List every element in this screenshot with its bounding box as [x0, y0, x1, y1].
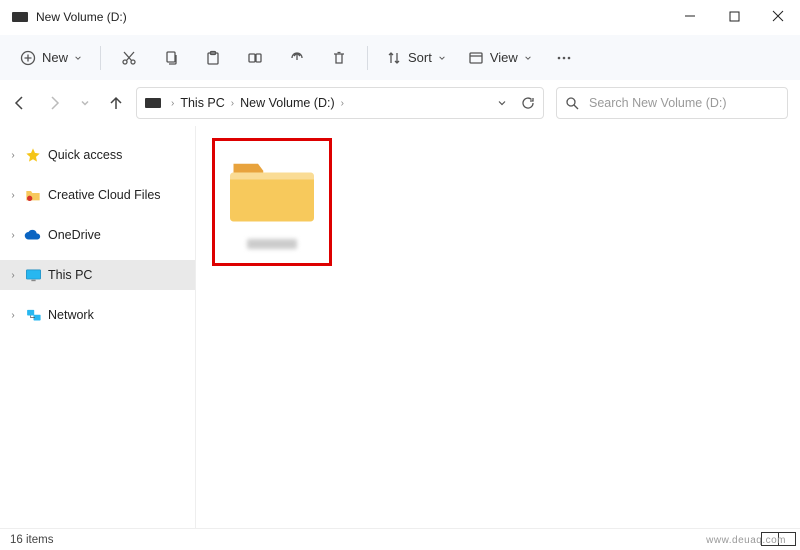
- navpane-quick-access[interactable]: › Quick access: [0, 140, 195, 170]
- close-button[interactable]: [756, 0, 800, 32]
- watermark: www.deuaq.com: [706, 535, 786, 546]
- view-label: View: [490, 50, 518, 65]
- drive-icon: [12, 12, 28, 22]
- new-label: New: [42, 50, 68, 65]
- separator: [367, 46, 368, 70]
- folder-item[interactable]: [212, 138, 332, 266]
- chevron-right-icon[interactable]: ›: [8, 150, 18, 161]
- close-icon: [772, 10, 784, 22]
- copy-button[interactable]: [151, 41, 191, 75]
- share-button[interactable]: [277, 41, 317, 75]
- rename-button[interactable]: [235, 41, 275, 75]
- navpane-this-pc[interactable]: › This PC: [0, 260, 195, 290]
- navpane-label: Quick access: [48, 148, 122, 162]
- navpane-onedrive[interactable]: › OneDrive: [0, 220, 195, 250]
- navigation-pane: › Quick access › Creative Cloud Files › …: [0, 126, 195, 528]
- maximize-icon: [729, 11, 740, 22]
- cut-button[interactable]: [109, 41, 149, 75]
- chevron-right-icon: ›: [231, 98, 234, 109]
- chevron-down-icon: [524, 54, 532, 62]
- drive-icon: [145, 98, 161, 108]
- chevron-right-icon[interactable]: ›: [8, 190, 18, 201]
- search-input[interactable]: [587, 95, 779, 111]
- maximize-button[interactable]: [712, 0, 756, 32]
- rename-icon: [247, 50, 263, 66]
- status-bar: 16 items: [0, 528, 800, 550]
- search-box[interactable]: [556, 87, 788, 119]
- paste-icon: [205, 50, 221, 66]
- window-title: New Volume (D:): [36, 10, 127, 24]
- sort-button[interactable]: Sort: [376, 41, 456, 75]
- plus-circle-icon: [20, 50, 36, 66]
- star-icon: [24, 146, 42, 164]
- folder-name: [247, 239, 297, 249]
- recent-locations-button[interactable]: [80, 98, 90, 108]
- content-pane[interactable]: [195, 126, 800, 528]
- paste-button[interactable]: [193, 41, 233, 75]
- ellipsis-icon: [555, 50, 573, 66]
- breadcrumb-root[interactable]: This PC: [180, 96, 224, 110]
- navpane-label: Network: [48, 308, 94, 322]
- monitor-icon: [24, 266, 42, 284]
- item-count: 16 items: [10, 534, 53, 546]
- trash-icon: [331, 50, 347, 66]
- navpane-creative-cloud[interactable]: › Creative Cloud Files: [0, 180, 195, 210]
- folder-icon: [24, 186, 42, 204]
- window-controls: [668, 0, 800, 32]
- command-bar: New Sort View: [0, 34, 800, 80]
- chevron-right-icon: ›: [171, 98, 174, 109]
- more-button[interactable]: [544, 41, 584, 75]
- new-button[interactable]: New: [10, 41, 92, 75]
- back-button[interactable]: [12, 95, 28, 111]
- share-icon: [289, 50, 305, 66]
- up-button[interactable]: [108, 95, 124, 111]
- minimize-button[interactable]: [668, 0, 712, 32]
- search-icon: [565, 96, 579, 110]
- address-bar[interactable]: › This PC › New Volume (D:) ›: [136, 87, 544, 119]
- navpane-label: OneDrive: [48, 228, 101, 242]
- forward-button[interactable]: [46, 95, 62, 111]
- chevron-right-icon[interactable]: ›: [8, 270, 18, 281]
- copy-icon: [163, 50, 179, 66]
- nav-buttons: [12, 95, 124, 111]
- chevron-right-icon[interactable]: ›: [8, 310, 18, 321]
- chevron-right-icon: ›: [341, 98, 344, 109]
- cloud-icon: [24, 226, 42, 244]
- view-button[interactable]: View: [458, 41, 542, 75]
- sort-label: Sort: [408, 50, 432, 65]
- navpane-label: This PC: [48, 268, 92, 282]
- chevron-down-icon: [438, 54, 446, 62]
- cut-icon: [121, 50, 137, 66]
- navigation-row: › This PC › New Volume (D:) ›: [0, 80, 800, 126]
- minimize-icon: [684, 10, 696, 22]
- chevron-right-icon[interactable]: ›: [8, 230, 18, 241]
- view-icon: [468, 50, 484, 66]
- navpane-label: Creative Cloud Files: [48, 188, 161, 202]
- navpane-network[interactable]: › Network: [0, 300, 195, 330]
- network-icon: [24, 306, 42, 324]
- sort-icon: [386, 50, 402, 66]
- chevron-down-icon[interactable]: [497, 98, 507, 108]
- refresh-button[interactable]: [521, 96, 535, 110]
- folder-icon: [228, 155, 316, 225]
- title-bar: New Volume (D:): [0, 0, 800, 34]
- breadcrumb-current[interactable]: New Volume (D:): [240, 96, 334, 110]
- separator: [100, 46, 101, 70]
- delete-button[interactable]: [319, 41, 359, 75]
- body: › Quick access › Creative Cloud Files › …: [0, 126, 800, 528]
- chevron-down-icon: [74, 54, 82, 62]
